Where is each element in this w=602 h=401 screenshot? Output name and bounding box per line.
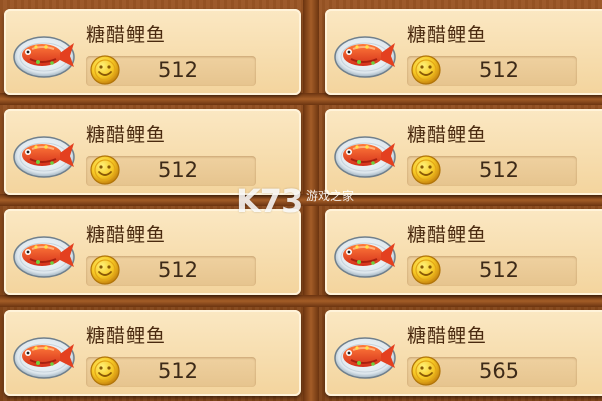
item-price: 512 — [157, 359, 199, 383]
price-bar: 512 — [86, 156, 256, 186]
shop-item-card[interactable]: 糖醋鲤鱼 512 — [325, 9, 602, 95]
price-bar: 512 — [407, 256, 577, 286]
row-divider — [0, 295, 602, 307]
item-price: 512 — [157, 158, 199, 182]
item-price: 512 — [478, 258, 520, 282]
item-name: 糖醋鲤鱼 — [407, 224, 488, 246]
item-name: 糖醋鲤鱼 — [407, 325, 488, 347]
item-name: 糖醋鲤鱼 — [407, 124, 488, 146]
fish-dish-icon — [333, 123, 397, 181]
item-price: 512 — [478, 58, 520, 82]
item-name: 糖醋鲤鱼 — [86, 325, 167, 347]
row-divider — [0, 194, 602, 206]
shop-board: 糖醋鲤鱼 512 糖醋鲤鱼 512 糖醋鲤鱼 512 糖醋鲤鱼 512 糖醋鲤鱼 — [0, 0, 602, 401]
price-bar: 512 — [86, 357, 256, 387]
item-price: 512 — [157, 58, 199, 82]
fish-dish-icon — [12, 123, 76, 181]
price-bar: 512 — [86, 56, 256, 86]
shop-item-card[interactable]: 糖醋鲤鱼 565 — [325, 310, 602, 396]
price-bar: 565 — [407, 357, 577, 387]
item-price: 512 — [478, 158, 520, 182]
shop-item-card[interactable]: 糖醋鲤鱼 512 — [325, 209, 602, 295]
fish-dish-icon — [333, 23, 397, 81]
shop-item-card[interactable]: 糖醋鲤鱼 512 — [4, 209, 301, 295]
item-name: 糖醋鲤鱼 — [407, 24, 488, 46]
item-price: 565 — [478, 359, 520, 383]
item-price: 512 — [157, 258, 199, 282]
fish-dish-icon — [333, 223, 397, 281]
price-bar: 512 — [407, 56, 577, 86]
price-bar: 512 — [86, 256, 256, 286]
price-bar: 512 — [407, 156, 577, 186]
shop-item-card[interactable]: 糖醋鲤鱼 512 — [4, 9, 301, 95]
item-name: 糖醋鲤鱼 — [86, 124, 167, 146]
fish-dish-icon — [12, 324, 76, 382]
shop-item-card[interactable]: 糖醋鲤鱼 512 — [325, 109, 602, 195]
fish-dish-icon — [333, 324, 397, 382]
item-name: 糖醋鲤鱼 — [86, 224, 167, 246]
fish-dish-icon — [12, 223, 76, 281]
shop-item-card[interactable]: 糖醋鲤鱼 512 — [4, 109, 301, 195]
item-name: 糖醋鲤鱼 — [86, 24, 167, 46]
fish-dish-icon — [12, 23, 76, 81]
shop-item-card[interactable]: 糖醋鲤鱼 512 — [4, 310, 301, 396]
